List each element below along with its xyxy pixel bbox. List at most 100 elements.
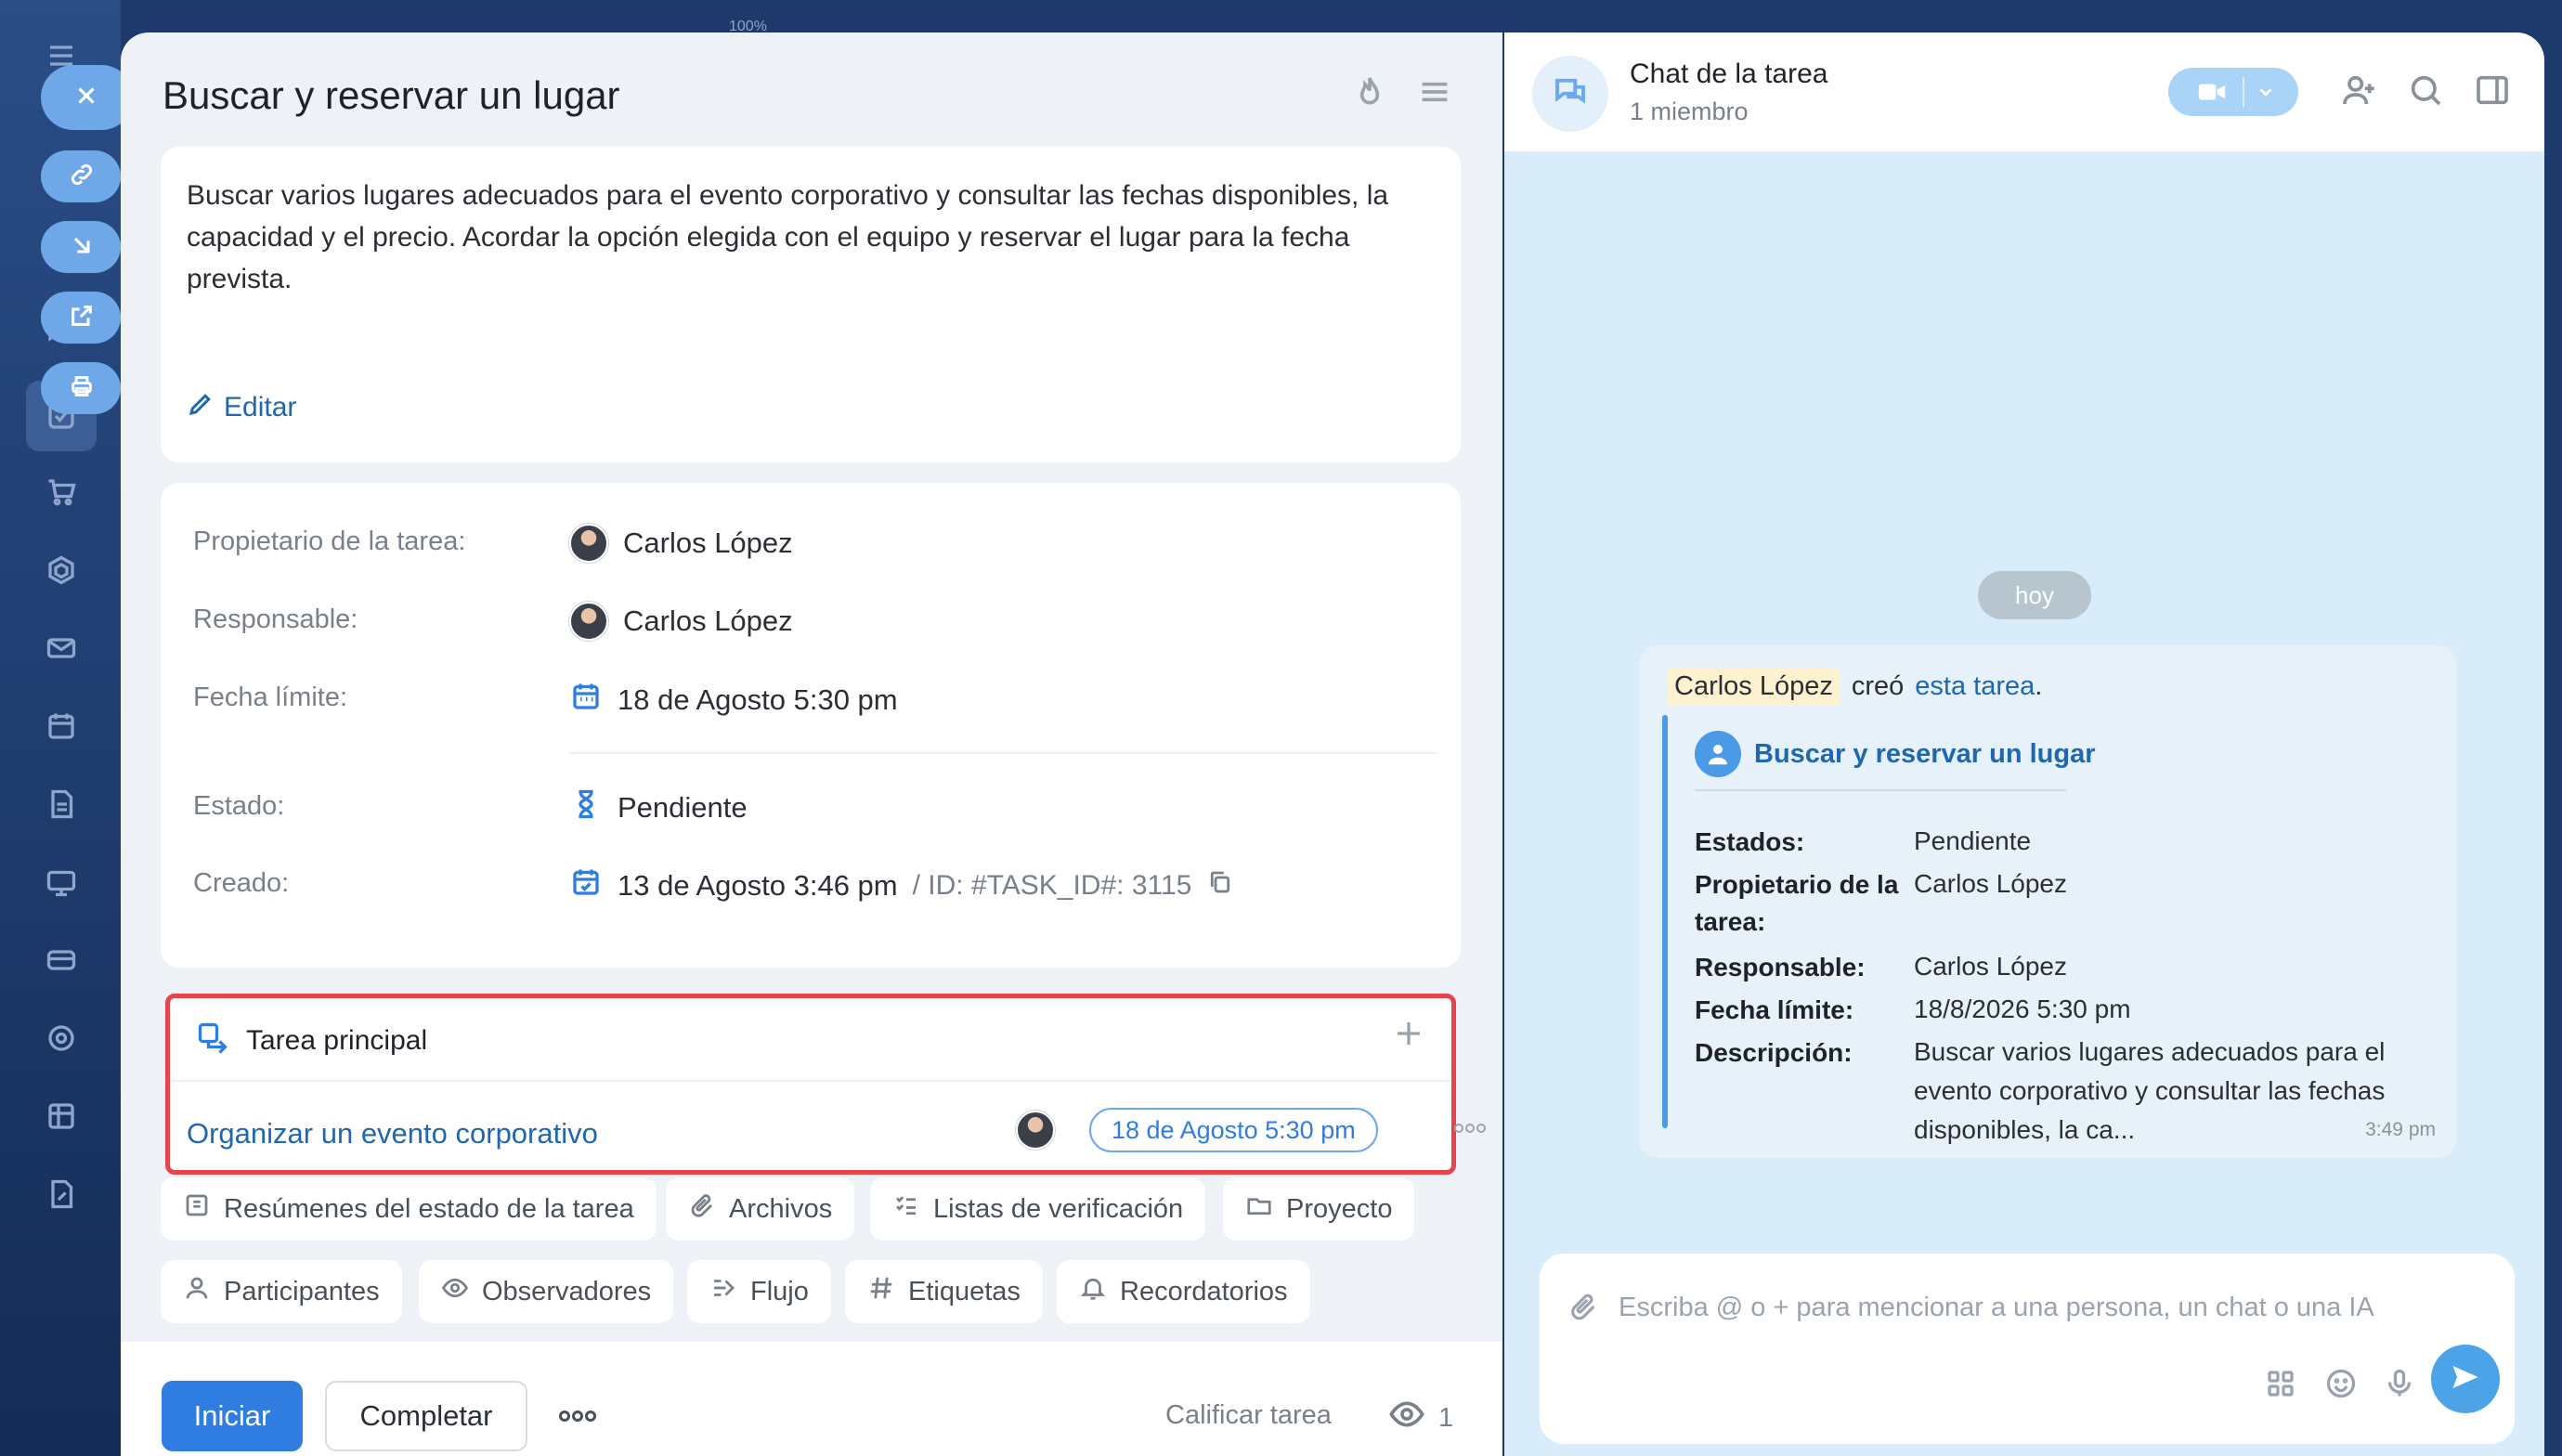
user-icon <box>1695 731 1741 777</box>
print-icon <box>69 373 95 404</box>
task-id: / ID: #TASK_ID#: 3115 <box>912 870 1192 901</box>
open-external-button[interactable] <box>41 292 121 344</box>
close-icon <box>72 82 100 114</box>
minimize-button[interactable] <box>41 221 121 273</box>
chip-checklists[interactable]: Listas de verificación <box>870 1177 1206 1241</box>
parent-task-link[interactable]: Organizar un evento corporativo <box>187 1117 598 1150</box>
start-button[interactable]: Iniciar <box>162 1381 303 1451</box>
quote-label: Descripción: <box>1695 1038 1853 1067</box>
board-icon[interactable] <box>41 862 82 903</box>
owner-value[interactable]: Carlos López <box>569 524 793 563</box>
video-call-button[interactable] <box>2168 68 2298 116</box>
quote-task-title[interactable]: Buscar y reservar un lugar <box>1695 731 2096 777</box>
chat-title: Chat de la tarea <box>1630 58 1828 89</box>
copy-icon[interactable] <box>1206 868 1234 904</box>
attach-icon[interactable] <box>1567 1291 1599 1327</box>
emoji-icon[interactable] <box>2324 1367 2358 1405</box>
task-menu-icon[interactable] <box>1416 73 1461 118</box>
chip-reminders[interactable]: Recordatorios <box>1057 1260 1310 1323</box>
viewers-count[interactable]: 1 <box>1388 1396 1453 1440</box>
parent-divider <box>170 1080 1451 1082</box>
edit-description-link[interactable]: Editar <box>187 390 296 425</box>
owner-label: Propietario de la tarea: <box>193 526 466 556</box>
more-actions-icon[interactable] <box>555 1398 600 1439</box>
priority-flame-icon[interactable] <box>1351 73 1396 118</box>
microphone-icon[interactable] <box>2383 1367 2416 1405</box>
task-footer: Iniciar Completar Calificar tarea 1 <box>121 1342 1502 1456</box>
quote-label: Estados: <box>1695 827 1805 856</box>
message-task-link[interactable]: esta tarea. <box>1915 671 2042 702</box>
responsible-label: Responsable: <box>193 604 358 634</box>
person-icon <box>183 1274 211 1309</box>
message-input[interactable] <box>1619 1281 2491 1333</box>
calendar-check-icon <box>569 865 603 906</box>
chip-status-summaries[interactable]: Resúmenes del estado de la tarea <box>161 1177 657 1241</box>
message-verb: creó <box>1851 671 1905 701</box>
rate-task-link[interactable]: Calificar tarea <box>1165 1400 1332 1431</box>
document-icon[interactable] <box>41 784 82 825</box>
message-time: 3:49 pm <box>2365 1119 2436 1140</box>
more-options-icon[interactable] <box>1451 1119 1489 1142</box>
chip-observers[interactable]: Observadores <box>419 1260 674 1323</box>
created-label: Creado: <box>193 868 290 898</box>
apps-grid-icon[interactable] <box>2264 1367 2297 1405</box>
grid-icon[interactable] <box>41 1096 82 1137</box>
eye-icon <box>1388 1396 1425 1440</box>
chat-avatar <box>1532 56 1608 132</box>
avatar <box>1016 1111 1055 1150</box>
complete-button[interactable]: Completar <box>325 1381 527 1451</box>
chip-participants[interactable]: Participantes <box>161 1260 402 1323</box>
summary-icon <box>183 1191 211 1227</box>
parent-deadline-pill[interactable]: 18 de Agosto 5:30 pm <box>1089 1108 1378 1152</box>
quote-value: Buscar varios lugares adecuados para el … <box>1914 1037 2386 1144</box>
quote-value: 18/8/2026 5:30 pm <box>1914 994 2131 1023</box>
target-icon[interactable] <box>41 1018 82 1059</box>
hexagon-icon[interactable] <box>41 550 82 591</box>
close-button[interactable] <box>41 65 134 130</box>
quote-label: Propietario de la tarea: <box>1695 870 1899 936</box>
system-message: Carlos López creó esta tarea. Buscar y r… <box>1639 645 2456 1158</box>
edit-label: Editar <box>224 392 297 422</box>
open-external-icon <box>69 303 95 333</box>
avatar <box>569 524 608 563</box>
chip-flow[interactable]: Flujo <box>687 1260 831 1323</box>
message-composer <box>1540 1254 2515 1444</box>
quote-separator <box>1695 789 2066 791</box>
add-member-icon[interactable] <box>2340 72 2377 113</box>
card-icon[interactable] <box>41 940 82 981</box>
responsible-value[interactable]: Carlos López <box>569 602 793 641</box>
folder-icon <box>1245 1191 1273 1227</box>
deadline-value[interactable]: 18 de Agosto 5:30 pm <box>569 680 898 721</box>
pencil-icon <box>187 390 215 425</box>
parent-task-card: Tarea principal Organizar un evento corp… <box>165 994 1486 1175</box>
chip-files[interactable]: Archivos <box>666 1177 855 1241</box>
left-sidebar <box>0 0 134 1456</box>
chip-project[interactable]: Proyecto <box>1223 1177 1415 1241</box>
subtask-icon <box>196 1020 229 1061</box>
status-value[interactable]: Pendiente <box>569 787 748 828</box>
copy-link-button[interactable] <box>41 150 121 202</box>
calendar-icon[interactable] <box>41 706 82 747</box>
hourglass-icon <box>569 787 603 828</box>
add-parent-icon[interactable] <box>1392 1017 1425 1055</box>
file-edit-icon[interactable] <box>41 1174 82 1215</box>
mail-icon[interactable] <box>41 628 82 669</box>
camera-icon <box>2198 84 2226 100</box>
send-button[interactable] <box>2431 1345 2500 1413</box>
message-author[interactable]: Carlos López <box>1667 668 1840 706</box>
quote-value: Carlos López <box>1914 869 2067 898</box>
quote-value: Carlos López <box>1914 952 2067 981</box>
task-title: Buscar y reservar un lugar <box>163 73 620 117</box>
cart-icon[interactable] <box>41 472 82 513</box>
sidebar-toggle-icon[interactable] <box>2474 72 2511 113</box>
search-icon[interactable] <box>2407 72 2444 113</box>
eye-icon <box>441 1274 469 1309</box>
print-button[interactable] <box>41 362 121 414</box>
chat-bubbles-icon <box>1551 72 1590 116</box>
quote-label: Responsable: <box>1695 953 1866 982</box>
paperclip-icon <box>688 1191 716 1227</box>
chevron-down-icon <box>2259 88 2272 97</box>
send-icon <box>2449 1360 2482 1398</box>
chip-tags[interactable]: Etiquetas <box>845 1260 1043 1323</box>
task-info-card: Propietario de la tarea: Carlos López Re… <box>161 483 1461 968</box>
